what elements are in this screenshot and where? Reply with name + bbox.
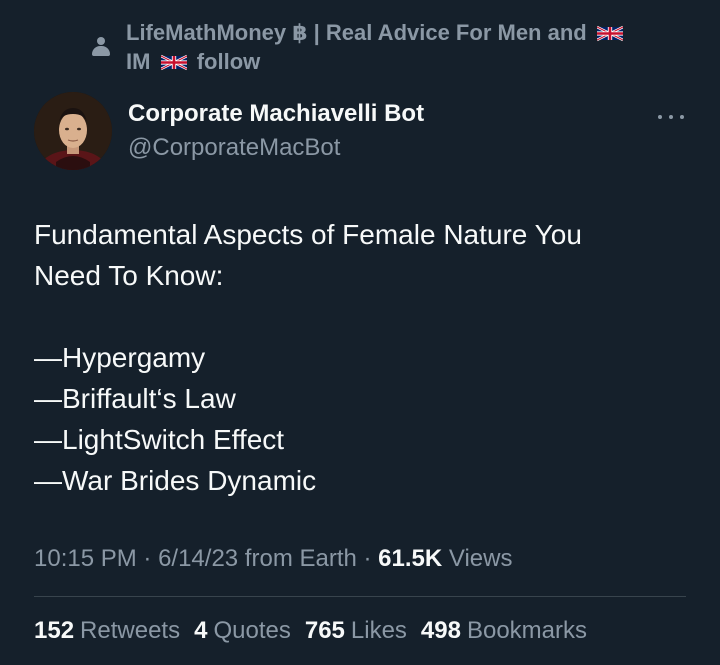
tweet-line: —LightSwitch Effect	[34, 424, 285, 455]
meta-separator: ·	[136, 545, 159, 572]
bookmarks-count: 498	[420, 617, 461, 644]
tweet-line: —Briffault‘s Law	[34, 383, 236, 414]
bookmarks-label: Bookmarks	[466, 617, 588, 644]
retweets-stat[interactable]: 152 Retweets	[34, 617, 180, 645]
tweet-line: Need To Know:	[34, 260, 224, 291]
tweet-meta: 10:15 PM · 6/14/23 from Earth · 61.5K Vi…	[34, 545, 512, 573]
tweet-line: —War Brides Dynamic	[34, 465, 317, 496]
social-context-text[interactable]: LifeMathMoney ฿ | Real Advice For Men an…	[126, 18, 666, 76]
quotes-stat[interactable]: 4 Quotes	[194, 617, 291, 645]
author-row: Corporate Machiavelli Bot @CorporateMacB…	[34, 92, 694, 172]
tweet-text: Fundamental Aspects of Female Nature You…	[34, 214, 684, 501]
likes-label: Likes	[350, 617, 407, 644]
tweet-time[interactable]: 10:15 PM	[34, 545, 137, 572]
engagement-stats: 152 Retweets 4 Quotes 765 Likes 498 Bookmark…	[34, 617, 587, 645]
tweet-line: Fundamental Aspects of Female Nature You	[34, 219, 582, 250]
person-icon	[90, 32, 112, 72]
uk-flag-icon	[160, 54, 187, 71]
social-context-text-part1: LifeMathMoney ฿ | Real Advice For Men an…	[126, 20, 587, 45]
tweet-source: from Earth	[238, 545, 357, 572]
tweet-blank-line	[34, 296, 684, 337]
divider	[34, 596, 686, 597]
likes-stat[interactable]: 765 Likes	[305, 617, 407, 645]
social-context-text-part2: IM	[126, 49, 151, 74]
quotes-label: Quotes	[213, 617, 291, 644]
quotes-count: 4	[194, 617, 208, 644]
uk-flag-icon	[596, 25, 623, 42]
bookmarks-stat[interactable]: 498 Bookmarks	[421, 617, 587, 645]
machiavelli-portrait-icon	[34, 92, 112, 170]
more-options-icon[interactable]	[658, 112, 684, 122]
avatar[interactable]	[34, 92, 112, 170]
author-handle[interactable]: @CorporateMacBot	[128, 134, 340, 162]
views-label[interactable]: Views	[442, 545, 513, 572]
views-count[interactable]: 61.5K	[378, 545, 442, 572]
follow-link[interactable]: follow	[197, 49, 261, 74]
tweet-line: —Hypergamy	[34, 342, 206, 373]
retweets-label: Retweets	[80, 617, 181, 644]
retweets-count: 152	[34, 617, 75, 644]
likes-count: 765	[304, 617, 345, 644]
meta-separator: ·	[356, 545, 379, 572]
author-name[interactable]: Corporate Machiavelli Bot	[128, 100, 424, 128]
tweet-date[interactable]: 6/14/23	[158, 545, 238, 572]
social-context[interactable]: LifeMathMoney ฿ | Real Advice For Men an…	[90, 18, 690, 76]
